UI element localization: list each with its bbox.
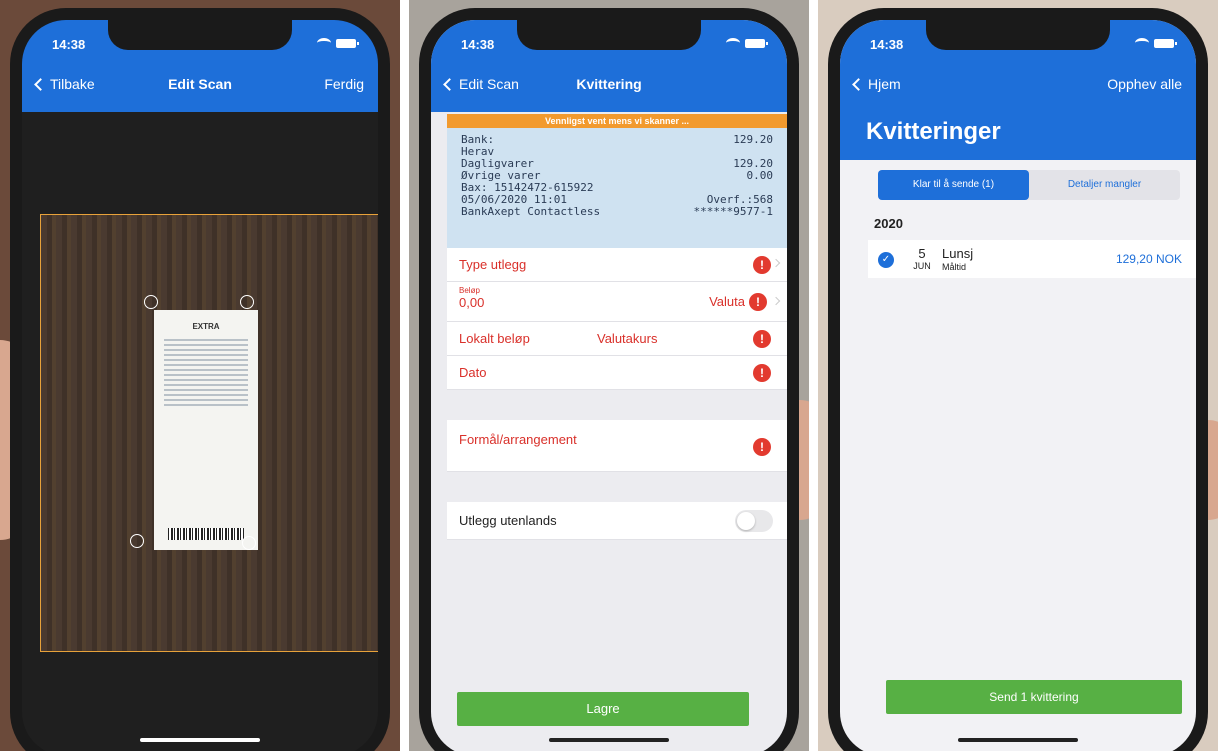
alert-icon: ! xyxy=(753,438,771,456)
edit-scan-screen: 14:38 Tilbake Edit Scan Ferdig EXTRA xyxy=(22,20,378,751)
receipt-name: Lunsj xyxy=(942,246,974,261)
receipt-form: Type utlegg ! Beløp 0,00 Valuta ! Lokalt… xyxy=(447,248,787,540)
crop-handle-top-left[interactable] xyxy=(144,295,158,309)
receipt-line xyxy=(164,399,248,401)
year-header: 2020 xyxy=(874,216,903,231)
phone-frame: 14:38 Hjem Opphev alle Kvitteringer Klar… xyxy=(828,8,1208,751)
done-button[interactable]: Ferdig xyxy=(324,76,364,92)
status-icons xyxy=(726,38,768,48)
tab-ready-to-send[interactable]: Klar til å sende (1) xyxy=(878,170,1029,200)
scanned-receipt-preview: Bank: 129.20 Herav Dagligvarer 129.20 Øvri… xyxy=(447,128,787,248)
receipts-list-panel: 14:38 Hjem Opphev alle Kvitteringer Klar… xyxy=(818,0,1218,751)
receipt-line xyxy=(164,384,248,386)
alert-icon: ! xyxy=(753,256,771,274)
nav-bar: Edit Scan Kvittering xyxy=(431,64,787,112)
abroad-expense-toggle[interactable] xyxy=(735,510,773,532)
send-receipts-button[interactable]: Send 1 kvittering xyxy=(886,680,1182,714)
receipt-line xyxy=(164,354,248,356)
alert-icon: ! xyxy=(753,330,771,348)
home-indicator xyxy=(140,738,260,742)
local-amount-field[interactable]: Lokalt beløp Valutakurs ! xyxy=(447,322,787,356)
local-amount-label: Lokalt beløp xyxy=(459,331,530,346)
receipt-line xyxy=(164,359,248,361)
back-label: Hjem xyxy=(868,76,901,92)
receipt-line xyxy=(164,389,248,391)
receipt-document: EXTRA xyxy=(154,310,258,550)
notch xyxy=(926,20,1110,50)
crop-handle-bottom-right[interactable] xyxy=(242,536,256,550)
date-label: Dato xyxy=(459,365,487,380)
alert-icon: ! xyxy=(749,293,767,311)
section-gap xyxy=(447,472,787,502)
exchange-rate-label: Valutakurs xyxy=(597,331,658,346)
nav-title: Kvittering xyxy=(576,76,642,92)
tab-details-missing[interactable]: Detaljer mangler xyxy=(1029,170,1180,200)
crop-handle-bottom-left[interactable] xyxy=(130,534,144,548)
receipt-brand: EXTRA xyxy=(192,322,220,331)
section-gap xyxy=(447,390,787,420)
phone-frame: 14:38 Edit Scan Kvittering Vennligst ven… xyxy=(419,8,799,751)
expense-type-label: Type utlegg xyxy=(459,257,527,272)
alert-icon: ! xyxy=(753,364,771,382)
purpose-field[interactable]: Formål/arrangement ! xyxy=(447,420,787,472)
wifi-icon xyxy=(317,38,331,48)
receipt-line xyxy=(164,364,248,366)
purpose-label: Formål/arrangement xyxy=(459,432,577,447)
notch xyxy=(108,20,292,50)
receipts-list-screen: 14:38 Hjem Opphev alle Kvitteringer Klar… xyxy=(840,20,1196,751)
filter-tabs: Klar til å sende (1) Detaljer mangler xyxy=(878,170,1180,200)
amount-field[interactable]: Beløp 0,00 Valuta ! xyxy=(447,282,787,322)
back-button[interactable]: Hjem xyxy=(852,76,901,92)
date-field[interactable]: Dato ! xyxy=(447,356,787,390)
receipt-line xyxy=(164,349,248,351)
receipt-line xyxy=(164,344,248,346)
receipt-form-screen: 14:38 Edit Scan Kvittering Vennligst ven… xyxy=(431,20,787,751)
edit-scan-panel: 14:38 Tilbake Edit Scan Ferdig EXTRA xyxy=(0,0,400,751)
scan-line: BankAxept Contactless ******9577-1 xyxy=(461,205,773,218)
receipt-line xyxy=(164,394,248,396)
checkmark-icon[interactable]: ✓ xyxy=(878,252,894,268)
battery-icon xyxy=(336,38,359,48)
crop-handle-top-right[interactable] xyxy=(240,295,254,309)
receipt-category: Måltid xyxy=(942,262,967,272)
nav-bar: Hjem Opphev alle xyxy=(840,64,1196,112)
home-indicator xyxy=(549,738,669,742)
receipt-line xyxy=(164,339,248,341)
page-title: Kvitteringer xyxy=(866,118,1001,145)
chevron-left-icon xyxy=(852,77,865,91)
scan-line: Bank: 129.20 xyxy=(461,133,773,146)
chevron-right-icon xyxy=(771,258,781,268)
notch xyxy=(517,20,701,50)
currency-label: Valuta xyxy=(709,294,745,309)
status-time: 14:38 xyxy=(52,37,86,52)
barcode xyxy=(168,528,244,540)
receipt-line xyxy=(164,369,248,371)
status-time: 14:38 xyxy=(461,37,495,52)
status-icons xyxy=(1135,38,1177,48)
save-button[interactable]: Lagre xyxy=(457,692,749,726)
receipt-line xyxy=(164,379,248,381)
receipt-month: JUN xyxy=(913,261,931,271)
wifi-icon xyxy=(726,38,740,48)
status-time: 14:38 xyxy=(870,37,904,52)
abroad-expense-row: Utlegg utenlands xyxy=(447,502,787,540)
receipt-list-item[interactable]: ✓ 5 JUN Lunsj Måltid 129,20 NOK xyxy=(868,240,1196,278)
abroad-expense-label: Utlegg utenlands xyxy=(459,513,557,528)
wifi-icon xyxy=(1135,38,1149,48)
receipt-date: 5 JUN xyxy=(908,246,936,271)
battery-icon xyxy=(745,38,768,48)
receipt-form-panel: 14:38 Edit Scan Kvittering Vennligst ven… xyxy=(409,0,809,751)
nav-bar: Tilbake Edit Scan Ferdig xyxy=(22,64,378,112)
status-icons xyxy=(317,38,359,48)
phone-frame: 14:38 Tilbake Edit Scan Ferdig EXTRA xyxy=(10,8,390,751)
receipt-line xyxy=(164,404,248,406)
receipt-day: 5 xyxy=(918,246,926,261)
battery-icon xyxy=(1154,38,1177,48)
receipt-amount: 129,20 NOK xyxy=(1115,252,1182,266)
expense-type-field[interactable]: Type utlegg ! xyxy=(447,248,787,282)
scanning-banner: Vennligst vent mens vi skanner ... xyxy=(447,114,787,128)
unselect-all-button[interactable]: Opphev alle xyxy=(1107,76,1182,92)
receipt-line xyxy=(164,374,248,376)
home-indicator xyxy=(958,738,1078,742)
